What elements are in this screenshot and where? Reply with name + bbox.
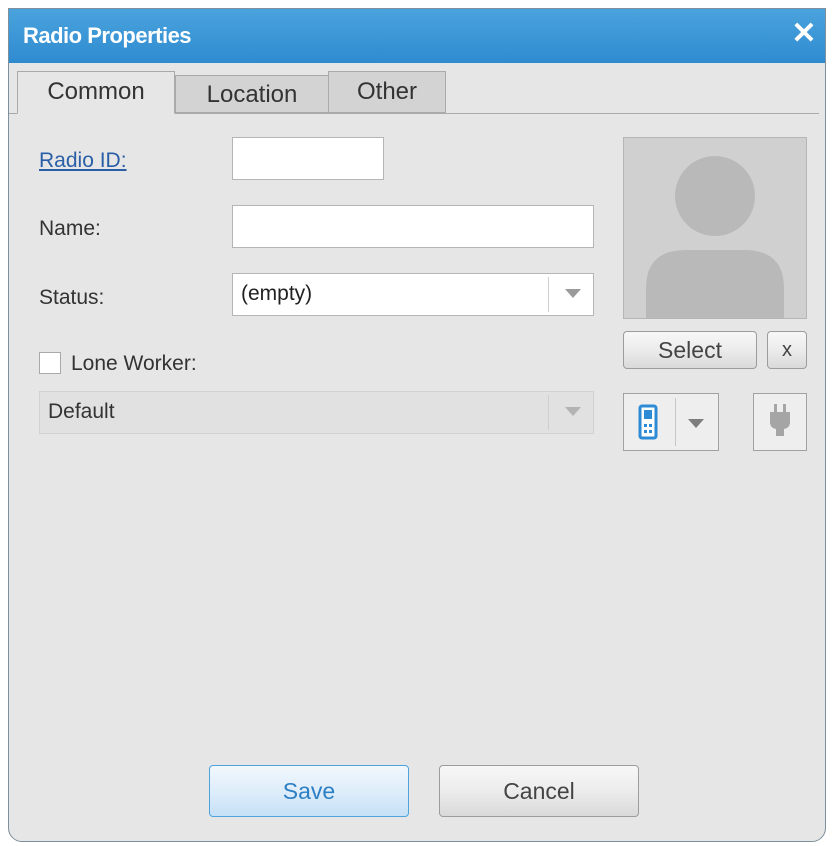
status-value: (empty) (241, 282, 313, 305)
lone-worker-checkbox[interactable] (39, 352, 61, 374)
save-button[interactable]: Save (209, 765, 409, 817)
select-photo-button[interactable]: Select (623, 331, 757, 369)
tab-location[interactable]: Location (175, 75, 329, 113)
connect-button[interactable] (753, 393, 807, 451)
tab-common[interactable]: Common (17, 71, 175, 114)
person-placeholder-icon (646, 156, 784, 318)
plug-icon (770, 404, 790, 436)
chevron-down-icon[interactable] (688, 419, 704, 428)
lone-worker-profile-dropdown[interactable]: Default (39, 391, 594, 434)
status-dropdown[interactable]: (empty) (232, 273, 594, 316)
chevron-down-icon (565, 289, 581, 298)
chevron-down-icon (565, 407, 581, 416)
tab-strip: Common Location Other (9, 63, 819, 114)
close-icon[interactable]: ✕ (789, 19, 819, 49)
radio-properties-dialog: Radio Properties ✕ Common Location Other… (8, 8, 826, 842)
radio-id-label[interactable]: Radio ID: (39, 149, 127, 173)
cancel-button[interactable]: Cancel (439, 765, 639, 817)
tab-other[interactable]: Other (328, 71, 446, 113)
dropdown-separator (548, 395, 549, 430)
device-type-split-button[interactable] (623, 393, 719, 451)
lone-worker-profile-value: Default (48, 400, 115, 423)
name-input[interactable] (232, 205, 594, 248)
status-label: Status: (39, 286, 105, 309)
dropdown-separator (548, 277, 549, 312)
radio-id-input[interactable] (232, 137, 384, 180)
split-separator (675, 398, 676, 446)
avatar (623, 137, 807, 319)
name-label: Name: (39, 217, 101, 240)
window-title: Radio Properties (23, 23, 192, 48)
clear-photo-button[interactable]: x (767, 331, 807, 369)
lone-worker-label: Lone Worker: (71, 352, 197, 375)
title-bar[interactable]: Radio Properties ✕ (9, 9, 825, 63)
mobile-radio-icon (638, 404, 658, 440)
